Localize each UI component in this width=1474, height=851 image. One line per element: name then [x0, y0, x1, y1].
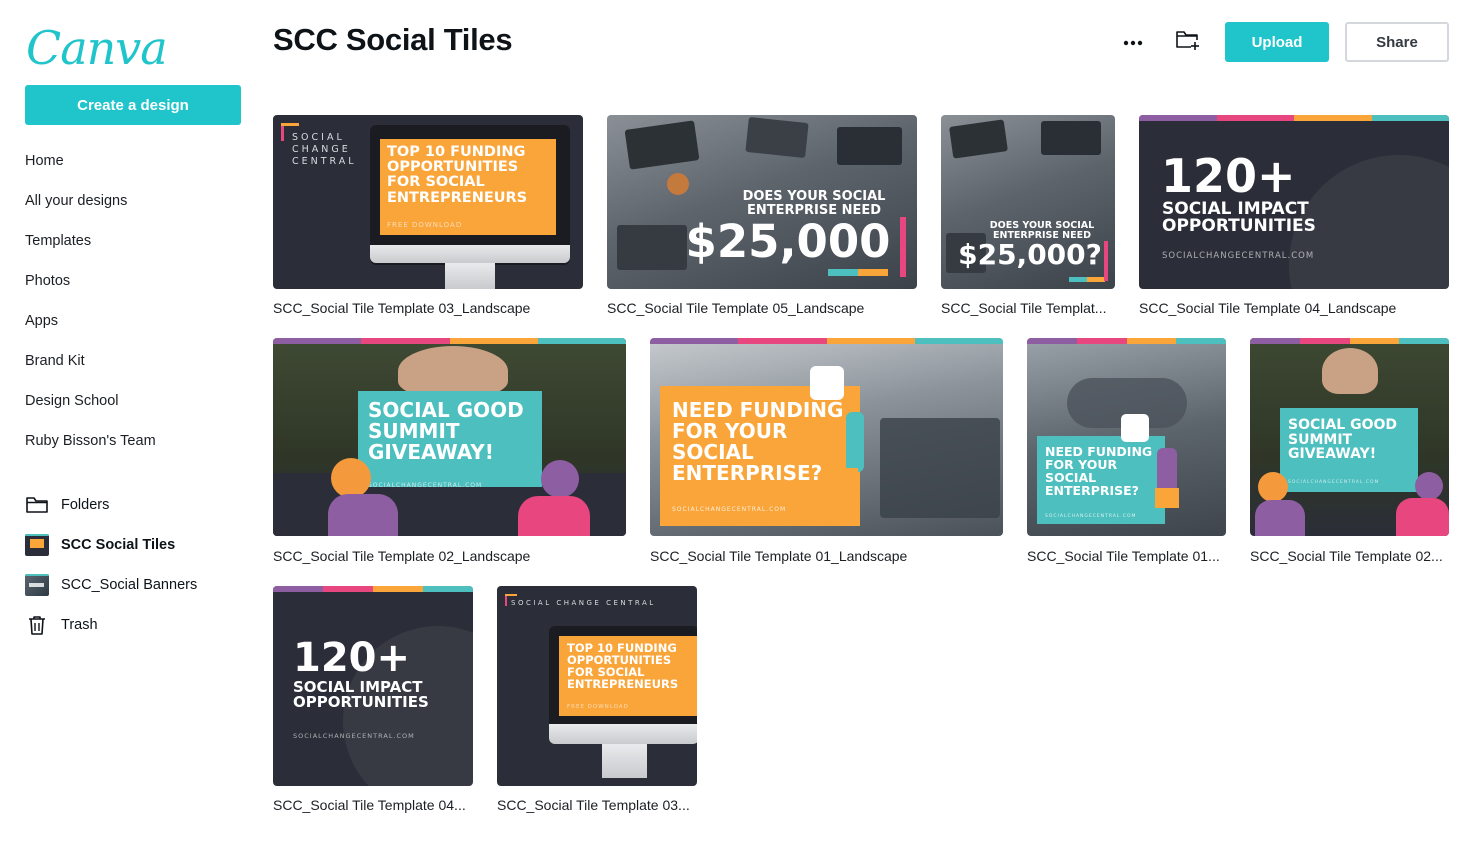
design-title[interactable]: SCC_Social Tile Template 02_Landscape	[273, 548, 626, 564]
share-button[interactable]: Share	[1345, 22, 1449, 62]
design-subtext: FREE DOWNLOAD	[387, 221, 463, 229]
design-subtext: SOCIALCHANGECENTRAL.COM	[368, 482, 483, 489]
design-subtext: FREE DOWNLOAD	[567, 704, 629, 710]
design-headline: NEED FUNDING FOR YOUR SOCIAL ENTERPRISE?	[1045, 444, 1153, 499]
folder-item-scc-social-tiles[interactable]: SCC Social Tiles	[25, 533, 175, 557]
design-subtext: SOCIALCHANGECENTRAL.COM	[293, 732, 415, 740]
design-card[interactable]: NEED FUNDING FOR YOUR SOCIAL ENTERPRISE?…	[650, 338, 1003, 568]
design-title[interactable]: SCC_Social Tile Template 02...	[1250, 548, 1449, 564]
design-thumbnail[interactable]: NEED FUNDING FOR YOUR SOCIAL ENTERPRISE?…	[650, 338, 1003, 536]
more-options-button[interactable]	[1116, 28, 1150, 56]
folder-item-label: SCC Social Tiles	[61, 537, 176, 553]
design-number: 120+	[1161, 149, 1296, 203]
folder-item-scc-social-banners[interactable]: SCC_Social Banners	[25, 573, 197, 597]
design-amount: $25,000?	[958, 238, 1102, 271]
design-headline: SOCIAL IMPACT OPPORTUNITIES	[1162, 199, 1316, 237]
design-headline: TOP 10 FUNDING OPPORTUNITIES FOR SOCIAL …	[567, 641, 679, 692]
design-subtext: SOCIALCHANGECENTRAL.COM	[1162, 251, 1315, 261]
design-headline: NEED FUNDING FOR YOUR SOCIAL ENTERPRISE?	[672, 398, 844, 485]
folder-icon	[25, 493, 49, 517]
design-subtext: SOCIALCHANGECENTRAL.COM	[1288, 480, 1380, 485]
design-thumbnail[interactable]: SOCIAL CHANGE CENTRAL TOP 10 FUNDING OPP…	[273, 115, 583, 289]
design-card[interactable]: SOCIAL CHANGE CENTRAL TOP 10 FUNDING OPP…	[497, 586, 697, 821]
design-title[interactable]: SCC_Social Tile Template 04...	[273, 797, 473, 813]
new-folder-button[interactable]	[1172, 27, 1204, 57]
design-card[interactable]: 120+ SOCIAL IMPACT OPPORTUNITIES SOCIALC…	[273, 586, 473, 821]
design-title[interactable]: SCC_Social Tile Template 01...	[1027, 548, 1226, 564]
folder-thumbnail-icon	[25, 533, 49, 557]
sidebar: Canva Create a design Home All your desi…	[0, 0, 260, 851]
design-headline: TOP 10 FUNDING OPPORTUNITIES FOR SOCIAL …	[387, 144, 528, 206]
trash-icon	[25, 613, 49, 637]
design-title[interactable]: SCC_Social Tile Templat...	[941, 300, 1115, 316]
design-card[interactable]: SOCIAL GOOD SUMMIT GIVEAWAY! SOCIALCHANG…	[273, 338, 626, 568]
design-card[interactable]: NEED FUNDING FOR YOUR SOCIAL ENTERPRISE?…	[1027, 338, 1226, 568]
design-amount: $25,000	[685, 215, 891, 268]
folder-item-label: SCC_Social Banners	[61, 577, 198, 593]
design-subtext: SOCIALCHANGECENTRAL.COM	[672, 506, 787, 513]
design-thumbnail[interactable]: NEED FUNDING FOR YOUR SOCIAL ENTERPRISE?…	[1027, 338, 1226, 536]
design-thumbnail[interactable]: 120+ SOCIAL IMPACT OPPORTUNITIES SOCIALC…	[273, 586, 473, 786]
design-thumbnail[interactable]: SOCIAL CHANGE CENTRAL TOP 10 FUNDING OPP…	[497, 586, 697, 786]
folder-item-trash[interactable]: Trash	[25, 613, 98, 637]
design-card[interactable]: DOES YOUR SOCIAL ENTERPRISE NEED $25,000…	[607, 115, 917, 320]
design-thumbnail[interactable]: DOES YOUR SOCIAL ENTERPRISE NEED $25,000	[607, 115, 917, 289]
design-thumbnail[interactable]: 120+ SOCIAL IMPACT OPPORTUNITIES SOCIALC…	[1139, 115, 1449, 289]
create-design-button[interactable]: Create a design	[25, 85, 241, 125]
nav-all-your-designs[interactable]: All your designs	[25, 191, 127, 211]
design-title[interactable]: SCC_Social Tile Template 03_Landscape	[273, 300, 583, 316]
design-headline: SOCIAL IMPACT OPPORTUNITIES	[293, 678, 429, 712]
design-title[interactable]: SCC_Social Tile Template 03...	[497, 797, 697, 813]
design-thumbnail[interactable]: SOCIAL GOOD SUMMIT GIVEAWAY! SOCIALCHANG…	[1250, 338, 1449, 536]
design-headline: SOCIAL GOOD SUMMIT GIVEAWAY!	[368, 398, 524, 464]
design-card[interactable]: DOES YOUR SOCIAL ENTERPRISE NEED $25,000…	[941, 115, 1115, 320]
design-thumbnail[interactable]: DOES YOUR SOCIAL ENTERPRISE NEED $25,000…	[941, 115, 1115, 289]
canva-logo[interactable]: Canva	[26, 18, 168, 78]
nav-brand-kit[interactable]: Brand Kit	[25, 351, 85, 371]
folder-item-folders[interactable]: Folders	[25, 493, 109, 517]
design-brand-text: SOCIAL CHANGE CENTRAL	[511, 599, 656, 607]
design-brand-text: SOCIAL CHANGE CENTRAL	[292, 132, 357, 167]
more-icon	[1123, 33, 1143, 51]
folder-item-label: Trash	[61, 617, 98, 633]
design-headline: SOCIAL GOOD SUMMIT GIVEAWAY!	[1288, 417, 1398, 463]
nav-templates[interactable]: Templates	[25, 231, 91, 251]
design-subtext: SOCIALCHANGECENTRAL.COM	[1045, 514, 1137, 519]
upload-button[interactable]: Upload	[1225, 22, 1329, 62]
design-card[interactable]: 120+ SOCIAL IMPACT OPPORTUNITIES SOCIALC…	[1139, 115, 1449, 320]
design-headline: DOES YOUR SOCIAL ENTERPRISE NEED	[742, 189, 886, 218]
design-card[interactable]: SOCIAL GOOD SUMMIT GIVEAWAY! SOCIALCHANG…	[1250, 338, 1449, 568]
design-title[interactable]: SCC_Social Tile Template 05_Landscape	[607, 300, 917, 316]
nav-apps[interactable]: Apps	[25, 311, 58, 331]
nav-photos[interactable]: Photos	[25, 271, 70, 291]
design-card[interactable]: SOCIAL CHANGE CENTRAL TOP 10 FUNDING OPP…	[273, 115, 583, 320]
new-folder-icon	[1176, 30, 1200, 55]
design-number: 120+	[293, 635, 411, 681]
page-title: SCC Social Tiles	[273, 22, 513, 57]
design-thumbnail[interactable]: SOCIAL GOOD SUMMIT GIVEAWAY! SOCIALCHANG…	[273, 338, 626, 536]
design-title[interactable]: SCC_Social Tile Template 04_Landscape	[1139, 300, 1449, 316]
folder-item-label: Folders	[61, 497, 110, 513]
design-title[interactable]: SCC_Social Tile Template 01_Landscape	[650, 548, 1003, 564]
nav-home[interactable]: Home	[25, 151, 64, 171]
folder-thumbnail-icon	[25, 573, 49, 597]
nav-team[interactable]: Ruby Bisson's Team	[25, 431, 156, 451]
nav-design-school[interactable]: Design School	[25, 391, 119, 411]
